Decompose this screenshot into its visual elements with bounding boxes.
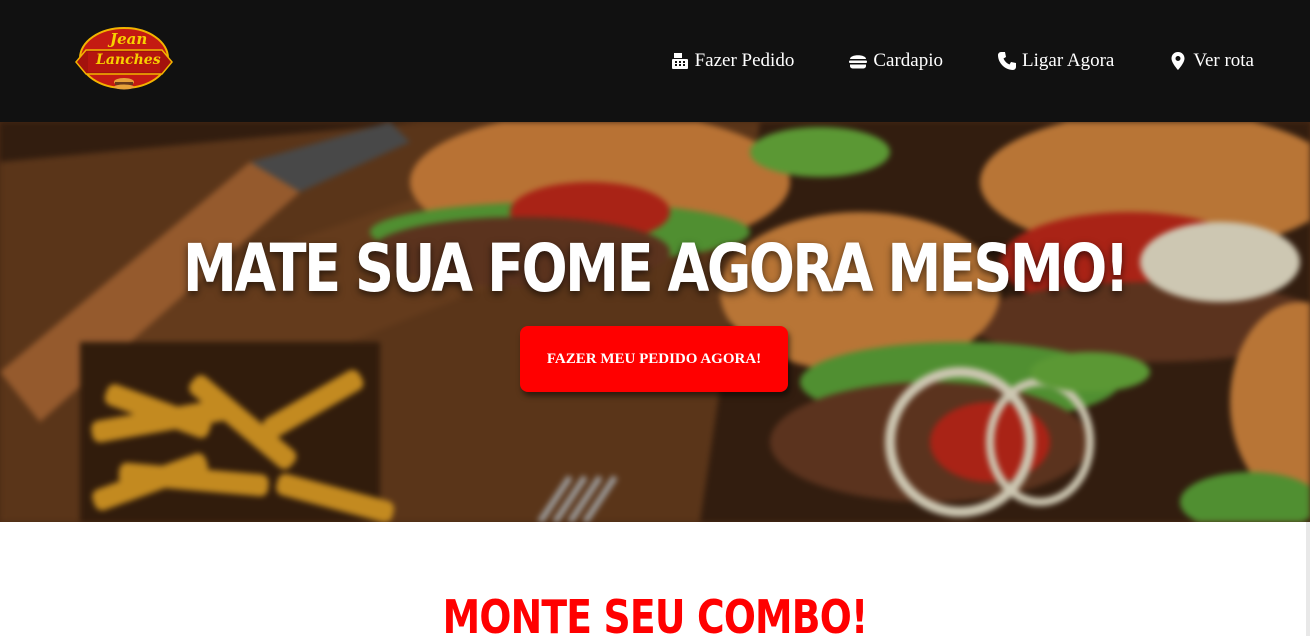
scrollbar-track[interactable]: [1306, 522, 1310, 636]
jean-lanches-logo[interactable]: Jean Lanches: [74, 24, 174, 94]
combo-section-title: MONTE SEU COMBO!: [442, 590, 869, 636]
nav-label: Fazer Pedido: [694, 50, 795, 71]
nav-ligar-agora[interactable]: Ligar Agora: [997, 50, 1114, 72]
hero-background-image: [0, 122, 1310, 522]
hero-title: MATE SUA FOME AGORA MESMO!: [183, 230, 1129, 307]
logo-text-lanches: Lanches: [96, 52, 161, 68]
hero-banner: MATE SUA FOME AGORA MESMO! FAZER MEU PED…: [0, 122, 1310, 522]
order-now-button[interactable]: FAZER MEU PEDIDO AGORA!: [520, 326, 788, 392]
main-nav: Fazer Pedido Cardapio Ligar Agora Ver ro…: [670, 46, 1254, 76]
cash-register-icon: [670, 50, 690, 72]
nav-label: Cardapio: [873, 50, 943, 71]
hamburger-icon: [848, 50, 868, 72]
map-pin-icon: [1168, 50, 1188, 72]
nav-label: Ver rota: [1193, 50, 1254, 71]
nav-label: Ligar Agora: [1022, 50, 1115, 71]
nav-cardapio[interactable]: Cardapio: [848, 50, 943, 72]
nav-ver-rota[interactable]: Ver rota: [1168, 50, 1254, 72]
logo-text-jean: Jean: [110, 30, 148, 48]
phone-icon: [997, 50, 1017, 72]
site-header: Jean Lanches Fazer Pedido Cardapio Ligar…: [0, 0, 1310, 122]
nav-fazer-pedido[interactable]: Fazer Pedido: [670, 50, 795, 72]
